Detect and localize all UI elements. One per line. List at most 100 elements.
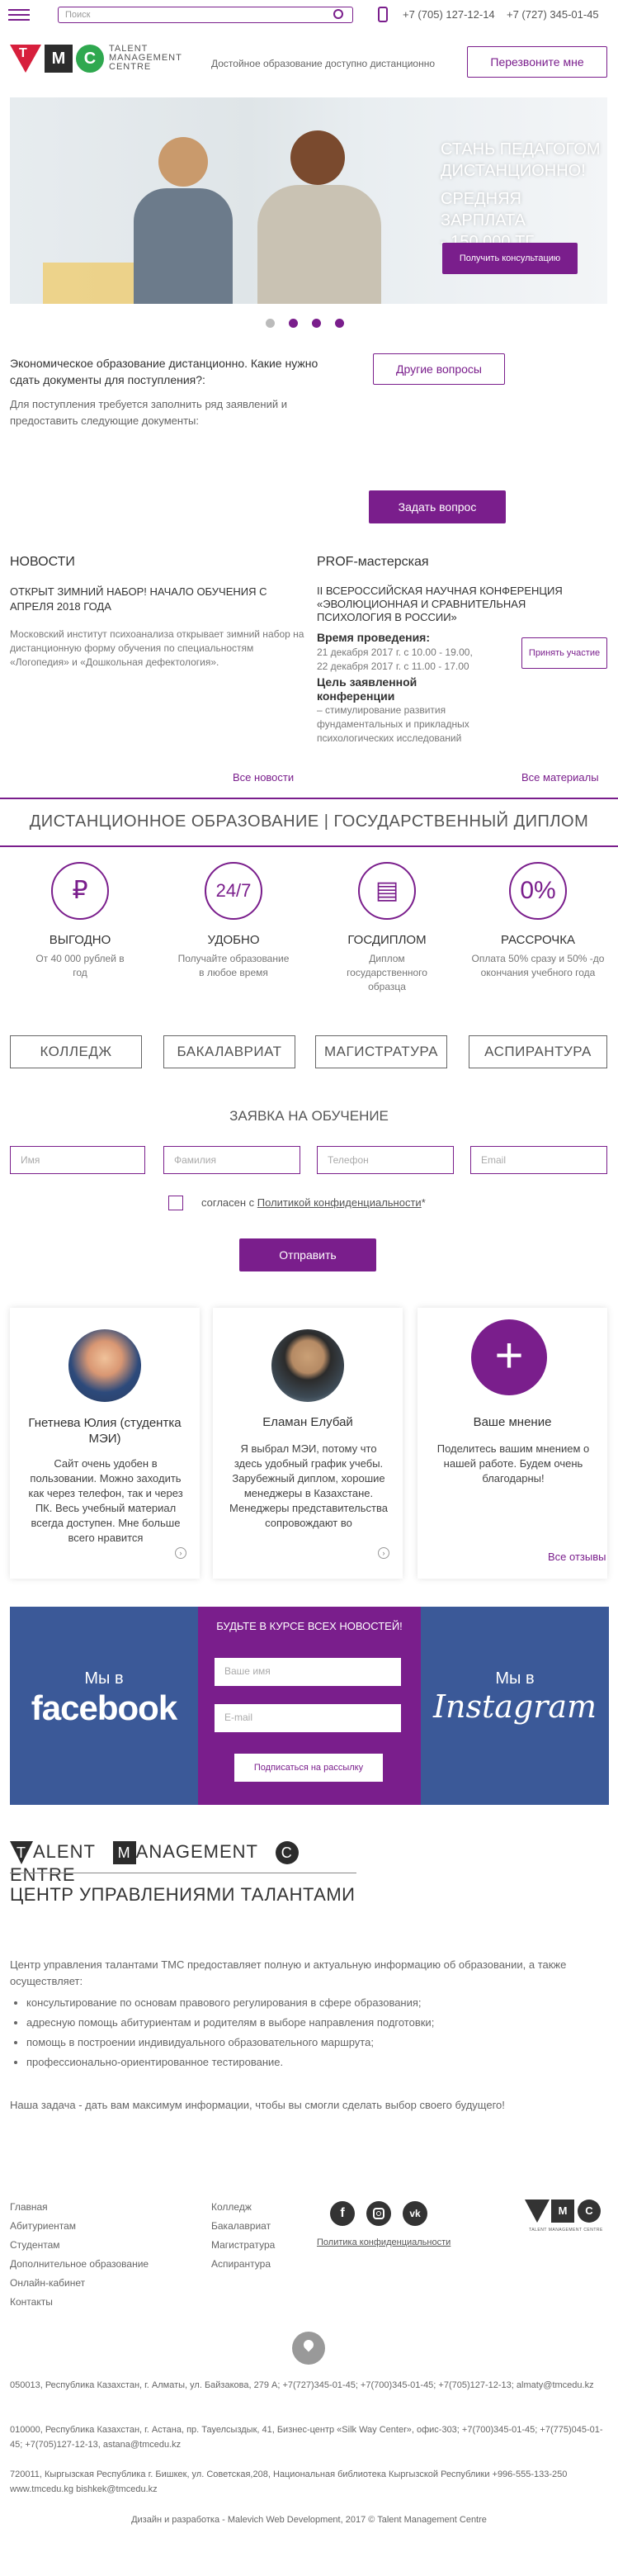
slider-dots: [266, 319, 356, 329]
footer-logo-sub: TALENT MANAGEMENT CENTRE: [529, 2228, 603, 2233]
footer-link[interactable]: Дополнительное образование: [10, 2255, 149, 2274]
footer-privacy-link[interactable]: Политика конфиденциальности: [317, 2237, 451, 2247]
other-questions-button[interactable]: Другие вопросы: [373, 353, 505, 385]
all-materials-link[interactable]: Все материалы: [521, 771, 599, 784]
footer-link[interactable]: Бакалавриат: [211, 2217, 275, 2236]
ruble-icon: ₽: [51, 862, 109, 920]
about-list-item: помощь в построении индивидуального обра…: [26, 2034, 587, 2051]
phone-2[interactable]: +7 (727) 345-01-45: [507, 8, 599, 21]
footer-link[interactable]: Аспирантура: [211, 2255, 275, 2274]
feature-3: ▤ ГОСДИПЛОМ Диплом государственного обра…: [325, 862, 449, 994]
program-postgraduate[interactable]: АСПИРАНТУРА: [469, 1035, 607, 1068]
prof-headline[interactable]: II ВСЕРОССИЙСКАЯ НАУЧНАЯ КОНФЕРЕНЦИЯ «ЭВ…: [317, 585, 597, 624]
consultation-button[interactable]: Получить консультацию: [442, 243, 578, 274]
agree-text: согласен с Политикой конфиденциальности*: [201, 1196, 426, 1209]
footer-link[interactable]: Контакты: [10, 2293, 149, 2312]
agree-checkbox[interactable]: [168, 1196, 183, 1210]
surname-input[interactable]: Фамилия: [163, 1146, 300, 1174]
review-name: Ваше мнение: [473, 1415, 552, 1429]
instagram-icon[interactable]: [366, 2201, 391, 2226]
footer-link[interactable]: Абитуриентам: [10, 2217, 149, 2236]
add-review-icon[interactable]: +: [471, 1319, 547, 1395]
footer-link[interactable]: Колледж: [211, 2198, 275, 2217]
top-bar: Поиск +7 (705) 127-12-14 +7 (727) 345-01…: [0, 0, 618, 30]
slider-dot[interactable]: [335, 319, 344, 328]
footer-link[interactable]: Главная: [10, 2198, 149, 2217]
location-icon: [292, 2332, 325, 2365]
privacy-link[interactable]: Политикой конфиденциальности: [257, 1196, 422, 1209]
participate-button[interactable]: Принять участие: [521, 637, 607, 669]
slider-dot[interactable]: [312, 319, 321, 328]
search-icon[interactable]: [333, 9, 343, 19]
divider-bottom: [0, 845, 618, 847]
program-master[interactable]: МАГИСТРАТУРА: [315, 1035, 447, 1068]
callback-button[interactable]: Перезвоните мне: [467, 46, 607, 78]
about-list-item: адресную помощь абитуриентам и родителям…: [26, 2015, 587, 2031]
about-list: консультирование по основам правового ре…: [10, 1995, 587, 2074]
logo-c-icon: C: [76, 45, 104, 73]
divider-top: [0, 798, 618, 799]
name-input[interactable]: Имя: [10, 1146, 145, 1174]
newsletter-email-input[interactable]: E-mail: [215, 1704, 401, 1732]
feature-text: Получайте образование в любое время: [177, 953, 290, 978]
avatar: [68, 1329, 141, 1402]
program-college[interactable]: КОЛЛЕДЖ: [10, 1035, 142, 1068]
review-name: Гнетнева Юлия (студентка МЭИ): [28, 1416, 182, 1446]
phone-input[interactable]: Телефон: [317, 1146, 454, 1174]
letter-c-icon: C: [275, 1841, 299, 1864]
zero-percent-icon: 0%: [509, 862, 567, 920]
agree-suffix: *: [421, 1196, 426, 1209]
all-news-link[interactable]: Все новости: [233, 771, 294, 784]
feature-4: 0% РАССРОЧКА Оплата 50% сразу и 50% -до …: [470, 862, 606, 980]
faq-answer: Для поступления требуется заполнить ряд …: [10, 398, 287, 427]
prof-time-label: Время проведения:: [317, 631, 431, 644]
feature-text: Оплата 50% сразу и 50% -до окончания уче…: [471, 953, 605, 978]
footer-logo-m-icon: M: [551, 2200, 574, 2223]
logo[interactable]: T M C TALENT MANAGEMENT CENTRE: [10, 45, 191, 78]
footer-link[interactable]: Магистратура: [211, 2236, 275, 2255]
ask-question-button[interactable]: Задать вопрос: [369, 490, 506, 523]
all-reviews-link[interactable]: Все отзывы: [548, 1551, 606, 1563]
search-input[interactable]: Поиск: [58, 7, 353, 23]
copyright: Дизайн и разработка - Malevich Web Devel…: [131, 2515, 487, 2525]
feature-text: От 40 000 рублей в год: [35, 953, 125, 978]
next-arrow-icon[interactable]: ›: [378, 1547, 389, 1559]
newsletter-name-input[interactable]: Ваше имя: [215, 1658, 401, 1686]
prof-goal-text: – стимулирование развития фундаментальны…: [317, 704, 469, 744]
footer-col-1: Главная Абитуриентам Студентам Дополните…: [10, 2198, 149, 2312]
facebook-block[interactable]: Мы в facebook: [10, 1607, 198, 1805]
instagram-block[interactable]: Мы в Instagram: [421, 1607, 609, 1805]
about-word-2: ANAGEMENT: [135, 1841, 258, 1862]
letter-t-icon: T: [10, 1841, 33, 1864]
footer-link[interactable]: Онлайн-кабинет: [10, 2274, 149, 2293]
prof-goal-label: Цель заявленной конференции: [317, 675, 418, 703]
vk-icon[interactable]: vk: [403, 2201, 427, 2226]
slider-dot[interactable]: [266, 319, 275, 328]
footer-logo-t-icon: [525, 2200, 550, 2223]
diploma-icon: ▤: [358, 862, 416, 920]
slider-dot[interactable]: [289, 319, 298, 328]
feature-1: ₽ ВЫГОДНО От 40 000 рублей в год: [18, 862, 142, 980]
phone-1[interactable]: +7 (705) 127-12-14: [403, 8, 495, 21]
footer-logo[interactable]: M C TALENT MANAGEMENT CENTRE: [525, 2200, 607, 2236]
review-text: Я выбрал МЭИ, потому что здесь удобный г…: [229, 1442, 388, 1529]
prof-time-2: 22 декабря 2017 г. с 11.00 - 17.00: [317, 661, 469, 672]
subscribe-button[interactable]: Подписаться на рассылку: [234, 1754, 383, 1782]
about-word-3: ENTRE: [10, 1864, 76, 1885]
form-title: ЗАЯВКА НА ОБУЧЕНИЕ: [229, 1108, 389, 1124]
next-arrow-icon[interactable]: ›: [175, 1547, 186, 1559]
prof-title: PROF-мастерская: [317, 555, 429, 569]
instagram-pre: Мы в: [495, 1669, 535, 1688]
footer-link[interactable]: Студентам: [10, 2236, 149, 2255]
review-text: Поделитесь вашим мнением о нашей работе.…: [436, 1442, 590, 1485]
about-intro: Центр управления талантами ТМС предостав…: [10, 1958, 567, 1987]
review-text: Сайт очень удобен в пользовании. Можно з…: [28, 1457, 183, 1544]
email-input[interactable]: Email: [470, 1146, 607, 1174]
facebook-icon[interactable]: f: [330, 2201, 355, 2226]
menu-icon[interactable]: [8, 9, 30, 21]
news-headline[interactable]: ОТКРЫТ ЗИМНИЙ НАБОР! НАЧАЛО ОБУЧЕНИЯ С А…: [10, 585, 290, 614]
submit-button[interactable]: Отправить: [239, 1238, 376, 1271]
address-astana: 010000, Республика Казахстан, г. Астана,…: [10, 2425, 603, 2450]
hero-photo: [43, 122, 389, 304]
program-bachelor[interactable]: БАКАЛАВРИАТ: [163, 1035, 295, 1068]
